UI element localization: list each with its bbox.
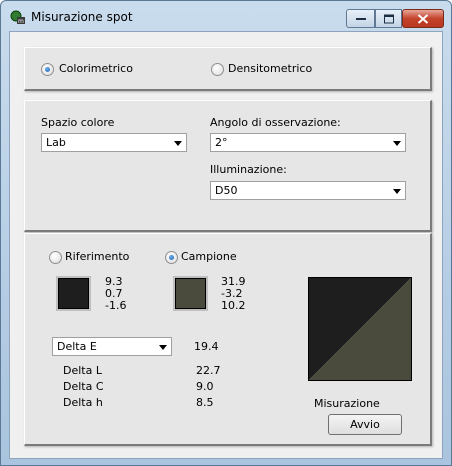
colorimetric-radio[interactable] [41,63,54,76]
delta-type-value: Delta E [57,340,97,353]
measurement-label: Misurazione [314,397,380,410]
maximize-button[interactable] [375,9,402,28]
reference-radio[interactable] [49,251,62,264]
window: m Misurazione spot Colorimetrico Densito… [0,0,452,466]
reference-swatch [58,278,89,309]
svg-text:m: m [18,18,24,25]
reference-b-value: -1.6 [105,299,127,312]
title-bar: m Misurazione spot [1,1,451,31]
app-icon: m [10,10,25,25]
densitometric-radio[interactable] [211,63,224,76]
delta-l-label: Delta L [63,364,102,377]
close-icon [417,13,429,24]
chevron-down-icon [393,189,401,194]
sample-label: Campione [181,250,237,263]
delta-h-value: 8.5 [196,396,214,409]
reference-label: Riferimento [65,250,130,263]
chevron-down-icon [159,345,167,350]
start-button[interactable]: Avvio [328,414,402,435]
illuminant-value: D50 [215,184,238,197]
densitometric-label: Densitometrico [228,62,313,75]
color-space-label: Spazio colore [41,116,115,129]
measurement-group: Riferimento Campione 9.3 0.7 -1.6 31.9 -… [24,233,432,446]
settings-group: Spazio colore Lab Angolo di osservazione… [24,100,432,232]
observer-select[interactable]: 2° [210,133,406,152]
observer-value: 2° [215,136,228,149]
color-comparison-preview [308,277,412,381]
delta-type-select[interactable]: Delta E [52,337,172,356]
color-space-value: Lab [46,136,66,149]
chevron-down-icon [393,141,401,146]
sample-swatch [175,278,206,309]
delta-h-label: Delta h [63,396,103,409]
illuminant-label: Illuminazione: [210,163,287,176]
maximize-icon [383,14,394,23]
color-space-select[interactable]: Lab [41,133,187,152]
sample-b-value: 10.2 [221,299,246,312]
delta-e-value: 19.4 [194,340,219,353]
mode-group: Colorimetrico Densitometrico [24,47,432,91]
colorimetric-label: Colorimetrico [59,62,133,75]
illuminant-select[interactable]: D50 [210,181,406,200]
chevron-down-icon [174,141,182,146]
minimize-icon [355,17,366,20]
delta-c-label: Delta C [63,380,104,393]
dialog-body: Colorimetrico Densitometrico Spazio colo… [9,31,443,459]
minimize-button[interactable] [346,9,375,28]
delta-c-value: 9.0 [196,380,214,393]
close-button[interactable] [402,9,444,28]
sample-radio[interactable] [165,251,178,264]
observer-label: Angolo di osservazione: [210,116,341,129]
delta-l-value: 22.7 [196,364,221,377]
window-title: Misurazione spot [31,10,133,24]
